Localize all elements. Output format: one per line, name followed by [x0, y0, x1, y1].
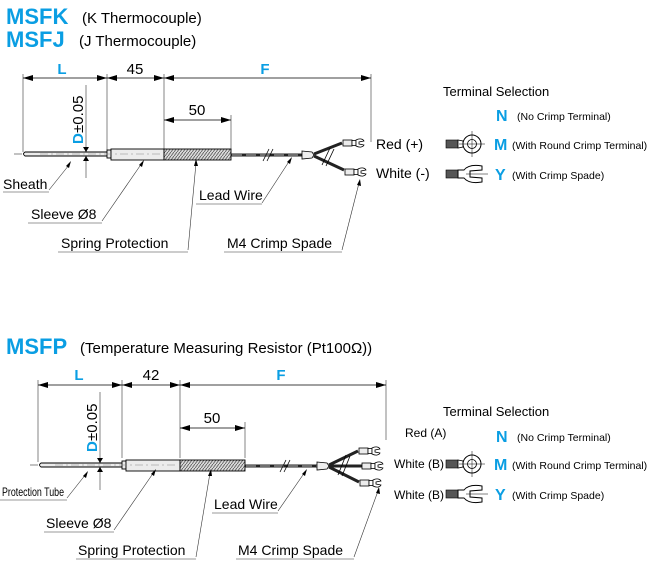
label-spring: Spring Protection — [61, 235, 168, 251]
terminal-desc-y: (With Crimp Spade) — [512, 490, 604, 502]
crimp-spade-icon — [445, 484, 489, 504]
wire-label-red: Red (+) — [376, 136, 423, 152]
model-code-msfj: MSFJ — [6, 27, 65, 52]
wire-splitter — [301, 150, 315, 160]
dim-label-spring: 50 — [204, 410, 221, 427]
terminal-selection: Terminal Selection N (No Crimp Terminal)… — [443, 404, 647, 504]
leader-spring — [195, 472, 211, 558]
crimp-spade-icon — [445, 164, 489, 184]
terminal-desc-m: (With Round Crimp Terminal) — [512, 140, 647, 152]
spade-terminal-white — [361, 461, 384, 471]
leader-lead — [261, 159, 291, 204]
section-resistor: MSFP (Temperature Measuring Resistor (Pt… — [0, 334, 647, 560]
wire-splitter — [316, 461, 330, 471]
dim-label-d: D — [84, 441, 101, 452]
label-lead-wire: Lead Wire — [214, 496, 278, 512]
terminal-desc-n: (No Crimp Terminal) — [517, 111, 611, 123]
model-code-msfp: MSFP — [6, 334, 67, 359]
label-sheath: Sheath — [3, 176, 47, 192]
dim-label-spring: 50 — [189, 102, 206, 119]
leader-tube — [66, 473, 87, 499]
leader-sleeve — [113, 471, 155, 531]
leader-sleeve — [101, 162, 143, 222]
terminal-selection-heading: Terminal Selection — [443, 404, 549, 419]
terminal-selection-heading: Terminal Selection — [443, 84, 549, 99]
wire-label-red-a: Red (A) — [405, 426, 446, 440]
wire-label-white: White (-) — [376, 165, 430, 181]
spring-protection — [163, 148, 232, 161]
terminal-selection: Terminal Selection N (No Crimp Terminal)… — [443, 84, 647, 184]
round-crimp-terminal-icon — [445, 130, 486, 158]
dim-label-tolerance: ±0.05 — [84, 404, 101, 441]
wire-label-white-b: White (B) — [394, 457, 444, 471]
terminal-desc-y: (With Crimp Spade) — [512, 170, 604, 182]
leader-arrow — [66, 161, 71, 168]
dim-label-f: F — [276, 367, 285, 384]
dim-label-tolerance: ±0.05 — [70, 96, 87, 133]
dim-label-l: L — [74, 367, 83, 384]
label-spring: Spring Protection — [78, 542, 185, 558]
dim-label-sleeve: 42 — [143, 367, 160, 384]
terminal-code-m: M — [494, 137, 507, 154]
sleeve — [110, 148, 165, 161]
diameter-arrow-bottom — [97, 467, 103, 472]
dim-label-sleeve: 45 — [127, 61, 144, 78]
terminal-desc-n: (No Crimp Terminal) — [517, 432, 611, 444]
label-sleeve: Sleeve Ø8 — [31, 206, 97, 222]
leader-arrow — [376, 487, 380, 494]
leader-arrow — [357, 179, 361, 186]
label-crimp-spade: M4 Crimp Spade — [227, 235, 332, 251]
wire-red-a — [328, 449, 359, 467]
diameter-arrow-top — [83, 147, 89, 152]
wire-label-white-b: White (B) — [394, 488, 444, 502]
terminal-code-n: N — [496, 429, 508, 446]
round-crimp-terminal-icon — [445, 450, 486, 478]
sleeve — [125, 459, 181, 472]
terminal-code-y: Y — [495, 487, 506, 504]
model-desc-msfp: (Temperature Measuring Resistor (Pt100Ω)… — [80, 340, 372, 357]
label-crimp-spade: M4 Crimp Spade — [238, 542, 343, 558]
diameter-arrow-top — [97, 458, 103, 463]
spade-terminal-red — [358, 446, 381, 456]
terminal-code-n: N — [496, 108, 508, 125]
product-diagram: MSFK (K Thermocouple) MSFJ (J Thermocoup… — [0, 4, 647, 560]
spade-terminal-white — [344, 167, 367, 177]
terminal-code-m: M — [494, 457, 507, 474]
spade-terminal-white — [359, 478, 382, 488]
model-code-msfk: MSFK — [6, 4, 68, 29]
wire-white-b2 — [328, 465, 360, 484]
leader-crimp — [341, 182, 360, 251]
label-lead-wire: Lead Wire — [199, 187, 263, 203]
model-desc-msfk: (K Thermocouple) — [82, 10, 202, 27]
diameter-arrow-bottom — [83, 156, 89, 161]
spade-terminal-red — [342, 138, 365, 148]
terminal-code-y: Y — [495, 167, 506, 184]
leader-spring — [187, 162, 197, 251]
model-desc-msfj: (J Thermocouple) — [79, 33, 196, 50]
wire-white — [313, 154, 345, 172]
leader-sheath — [48, 164, 70, 191]
dim-label-f: F — [260, 61, 269, 78]
terminal-desc-m: (With Round Crimp Terminal) — [512, 460, 647, 472]
label-sleeve: Sleeve Ø8 — [46, 515, 112, 531]
dim-label-l: L — [57, 61, 66, 78]
leader-lead — [277, 471, 306, 512]
section-thermocouple: MSFK (K Thermocouple) MSFJ (J Thermocoup… — [3, 4, 647, 253]
spring-protection — [179, 459, 246, 472]
label-protection-tube: Protection Tube — [2, 485, 64, 499]
leader-crimp — [353, 490, 379, 558]
dim-label-d: D — [70, 133, 87, 144]
